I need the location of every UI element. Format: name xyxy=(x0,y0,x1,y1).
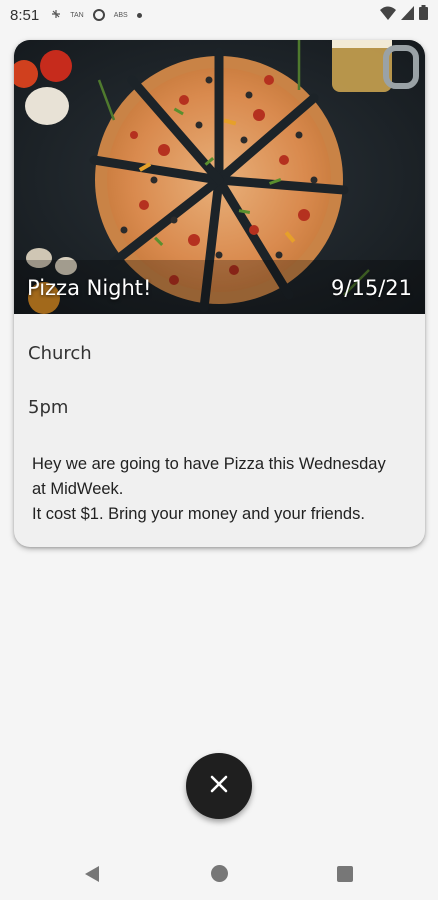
event-date: 9/15/21 xyxy=(331,276,412,300)
event-time: 5pm xyxy=(28,397,69,418)
status-right-icons xyxy=(380,5,428,25)
status-time: 8:51 xyxy=(10,6,40,24)
description-line: It cost $1. Bring your money and your fr… xyxy=(32,505,365,523)
event-description: Hey we are going to have Pizza this Wedn… xyxy=(32,452,417,527)
dot-icon xyxy=(136,12,142,18)
notification-icons: TAN ABS xyxy=(51,9,142,21)
close-button[interactable] xyxy=(186,753,252,819)
status-bar: 8:51 TAN ABS xyxy=(0,0,438,30)
battery-icon xyxy=(419,5,428,25)
home-icon[interactable] xyxy=(211,865,228,882)
wifi-icon xyxy=(380,6,396,25)
event-card[interactable]: Pizza Night! 9/15/21 Church 5pm Hey we a… xyxy=(14,40,425,547)
signal-icon xyxy=(401,5,414,25)
pizza-photo xyxy=(14,40,425,314)
abs-label: ABS xyxy=(113,11,128,19)
tan-label: TAN xyxy=(70,11,84,19)
system-nav-bar xyxy=(0,845,438,900)
event-location: Church xyxy=(28,343,92,364)
event-title: Pizza Night! xyxy=(27,276,152,300)
close-icon xyxy=(210,775,228,797)
event-image: Pizza Night! 9/15/21 xyxy=(14,40,425,314)
tan-icon xyxy=(51,9,61,21)
description-line: at MidWeek. xyxy=(32,480,124,498)
sync-circle-icon xyxy=(92,9,105,21)
recents-icon[interactable] xyxy=(337,866,353,882)
description-line: Hey we are going to have Pizza this Wedn… xyxy=(32,455,386,473)
back-icon[interactable] xyxy=(84,865,100,887)
